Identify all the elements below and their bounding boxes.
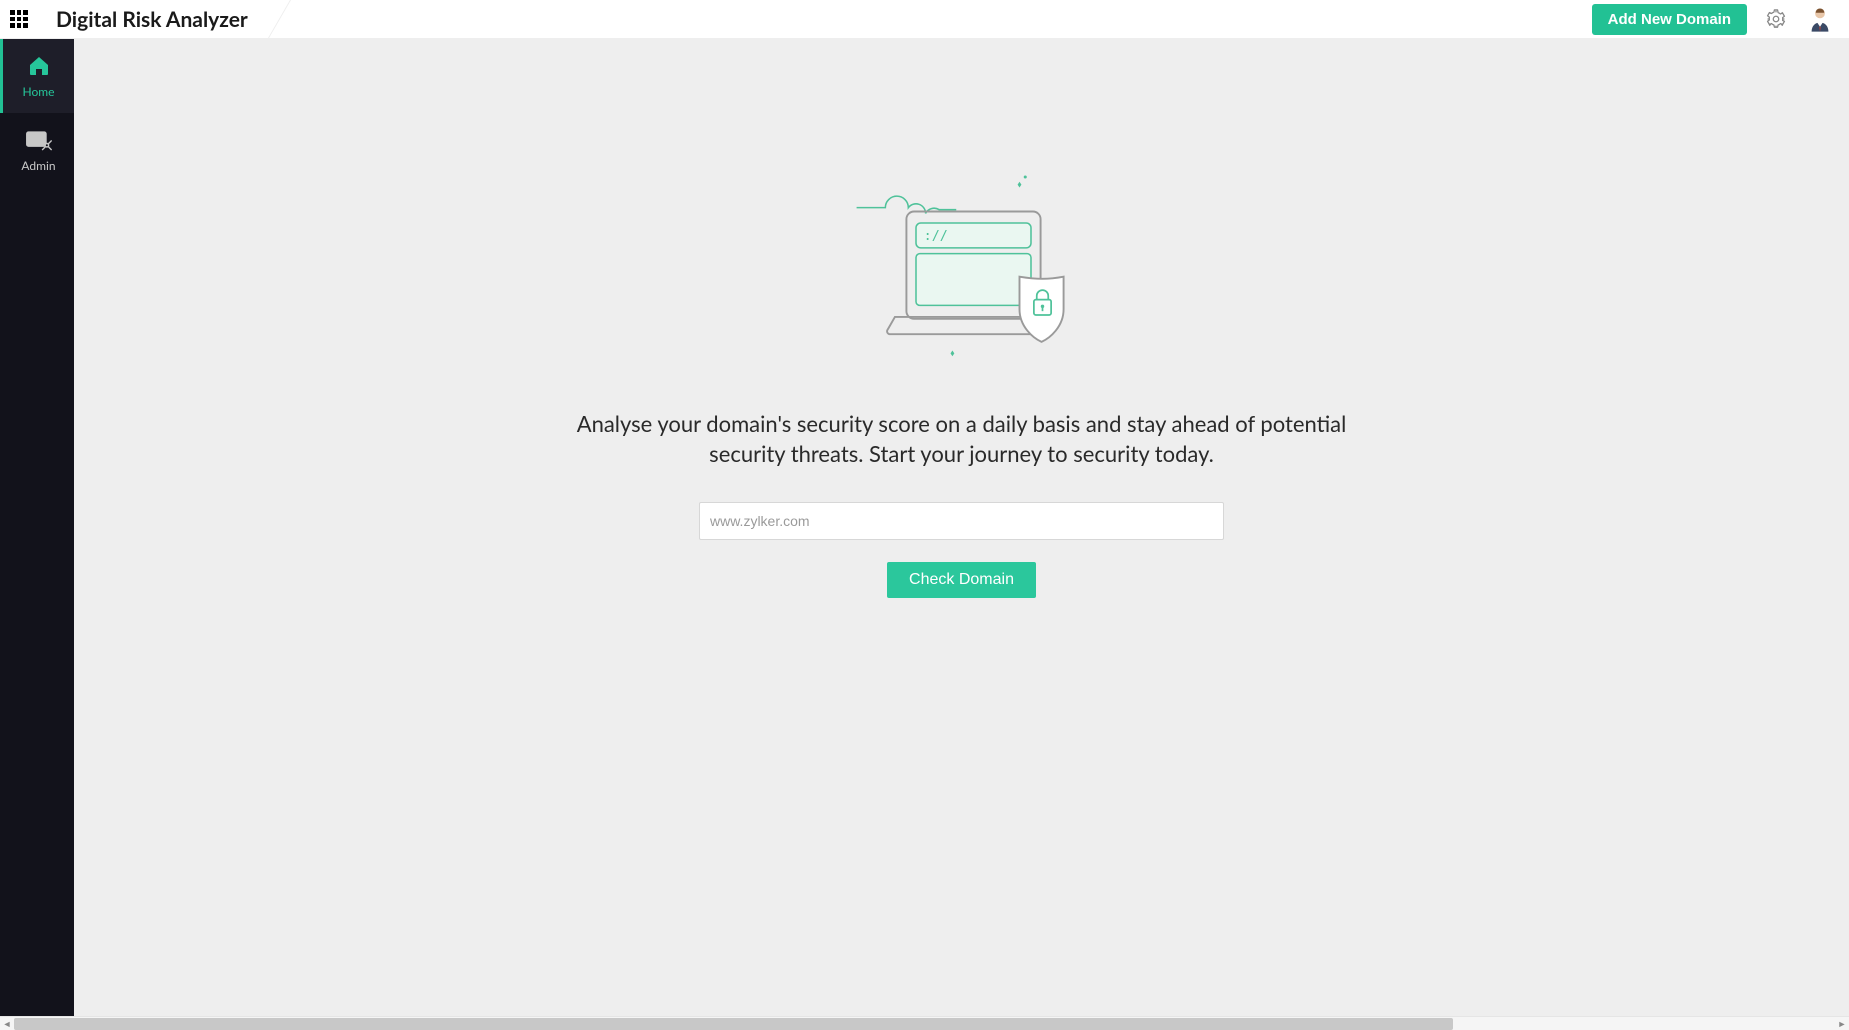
scroll-track[interactable] [14,1017,1835,1030]
scroll-left-arrow[interactable]: ◄ [0,1018,14,1029]
apps-grid-icon [10,10,28,28]
sidebar-item-home[interactable]: Home [0,39,74,113]
top-bar: Digital Risk Analyzer Add New Domain [0,0,1849,39]
check-domain-button[interactable]: Check Domain [887,562,1036,598]
home-icon [25,54,53,78]
sidebar-item-admin[interactable]: Admin [0,113,74,187]
domain-input[interactable] [699,502,1224,540]
hero-illustration: :// [847,169,1077,369]
avatar-icon [1806,5,1834,33]
svg-text:://: :// [923,229,947,244]
main-content: :// Analyse your domain's security score… [74,39,1849,1016]
app-title: Digital Risk Analyzer [38,0,266,38]
scroll-thumb[interactable] [14,1018,1453,1030]
gear-icon [1765,8,1787,30]
settings-button[interactable] [1759,2,1793,36]
sidebar-item-label: Home [23,84,55,99]
apps-launcher-button[interactable] [0,0,38,38]
profile-avatar-button[interactable] [1801,0,1839,38]
body-area: Home Admin [0,39,1849,1016]
scroll-right-arrow[interactable]: ► [1835,1018,1849,1029]
sidebar-item-label: Admin [21,158,55,173]
add-new-domain-button[interactable]: Add New Domain [1592,4,1747,35]
admin-icon [25,128,53,152]
horizontal-scrollbar[interactable]: ◄ ► [0,1016,1849,1030]
sidebar: Home Admin [0,39,74,1016]
hero-description: Analyse your domain's security score on … [562,409,1362,468]
